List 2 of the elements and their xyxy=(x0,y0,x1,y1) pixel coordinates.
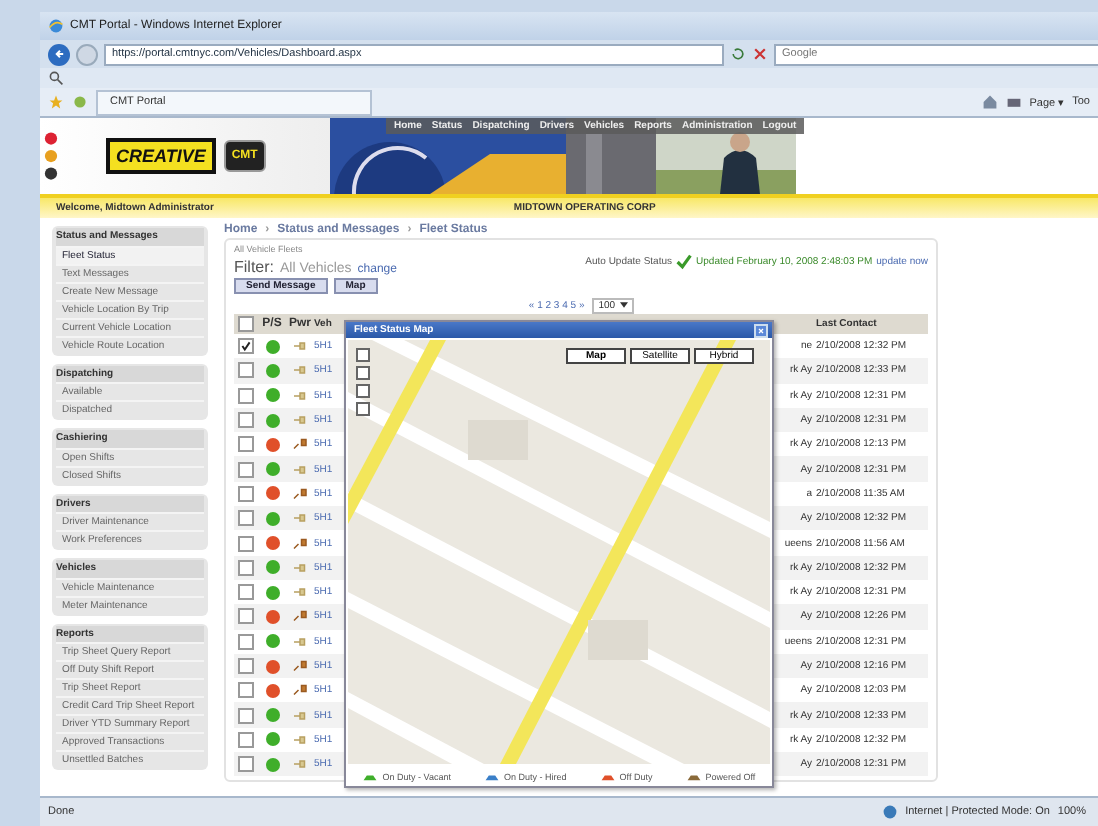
filter-label: Filter: xyxy=(234,258,274,276)
logo-wordmark: CREATIVE xyxy=(106,138,216,174)
